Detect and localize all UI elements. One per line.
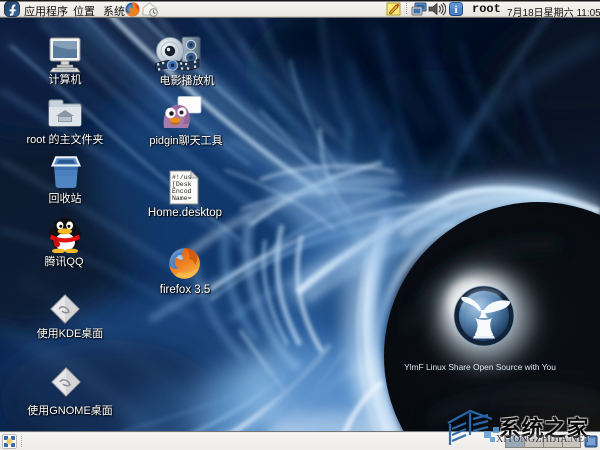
svg-text:[Desk: [Desk	[172, 181, 192, 188]
svg-text:Name=: Name=	[172, 195, 192, 202]
svg-text:i: i	[454, 4, 457, 16]
svg-text:#!/us: #!/us	[172, 174, 192, 181]
svg-text:Encod: Encod	[172, 188, 192, 195]
svg-text:YlmF Linux Share Open Source w: YlmF Linux Share Open Source with You	[404, 362, 556, 372]
